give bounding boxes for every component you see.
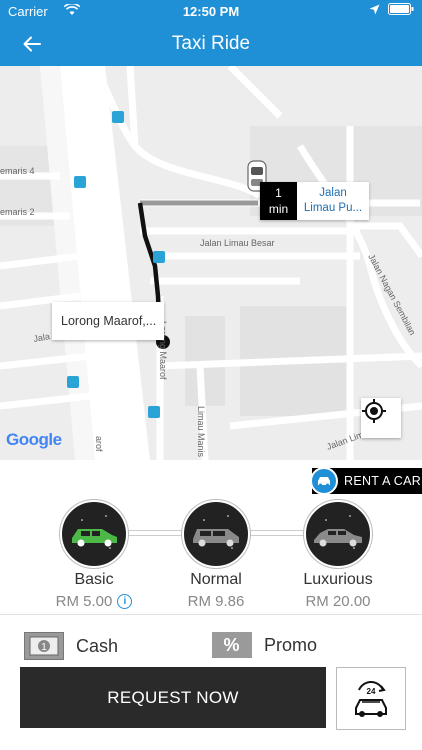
promo-button[interactable]: % Promo (212, 632, 317, 658)
payment-method-button[interactable]: 1 Cash (24, 632, 118, 660)
ride-option-basic[interactable]: Basic RM 5.00 i (34, 500, 154, 610)
request-now-button[interactable]: REQUEST NOW (20, 667, 326, 728)
pickup-popup[interactable]: Lorong Maarof,... (52, 302, 164, 340)
battery-icon (388, 3, 414, 18)
eta-unit: min (268, 202, 289, 216)
24h-car-button[interactable]: 24 (336, 667, 406, 730)
divider (0, 614, 422, 615)
street-label: Jalan Limau Besar (200, 238, 275, 248)
street-label: arof (94, 436, 104, 452)
cash-icon: 1 (24, 632, 64, 660)
24h-car-icon: 24 (355, 680, 387, 717)
google-logo: Google (6, 430, 62, 449)
map-view[interactable]: Jalan Limau Besar Jalan Nagan Sembilan L… (0, 66, 422, 460)
ride-option-luxurious[interactable]: Luxurious RM 20.00 (278, 500, 398, 610)
street-label: Limau Manis (196, 406, 206, 458)
clock: 12:50 PM (182, 4, 240, 19)
status-bar: Carrier 12:50 PM (0, 0, 422, 22)
destination-popup[interactable]: 1 min Jalan Limau Pu... (260, 182, 369, 220)
ride-option-name: Basic (74, 571, 114, 588)
car-icon (182, 500, 250, 568)
car-icon (304, 500, 372, 568)
info-icon[interactable]: i (117, 594, 133, 609)
24h-badge-text: 24 (367, 687, 376, 696)
rent-a-car-button[interactable]: RENT A CAR (310, 467, 422, 495)
destination-address: Jalan Limau Pu... (297, 186, 369, 216)
crosshair-icon (362, 399, 386, 423)
promo-label: Promo (264, 634, 318, 655)
ride-option-name: Normal (190, 571, 242, 588)
rent-a-car-label: RENT A CAR (344, 474, 422, 488)
map-canvas: Jalan Limau Besar Jalan Nagan Sembilan L… (0, 66, 422, 460)
eta-value: 1 (275, 186, 282, 200)
eta-box: 1 min (260, 182, 297, 220)
street-label: emaris 4 (0, 166, 35, 176)
page-title: Taxi Ride (171, 33, 251, 54)
street-label: emaris 2 (0, 207, 35, 217)
car-icon (310, 467, 338, 495)
svg-text:1: 1 (41, 642, 47, 653)
ride-option-price: RM 9.86 (187, 593, 245, 610)
location-arrow-icon (369, 3, 380, 18)
car-icon (60, 500, 128, 568)
ride-option-price: RM 5.00 (55, 593, 113, 610)
payment-method-label: Cash (76, 635, 119, 656)
percent-icon: % (212, 632, 252, 658)
street-label: Jala (33, 331, 51, 344)
destination-address-line2: Limau Pu... (303, 202, 363, 214)
ride-option-name: Luxurious (303, 571, 373, 588)
ride-option-price: RM 20.00 (305, 593, 371, 610)
destination-address-line1: Jalan (319, 187, 347, 199)
ride-option-normal[interactable]: Normal RM 9.86 (156, 500, 276, 610)
my-location-button[interactable] (361, 398, 401, 438)
navigation-bar: Taxi Ride (0, 22, 422, 66)
